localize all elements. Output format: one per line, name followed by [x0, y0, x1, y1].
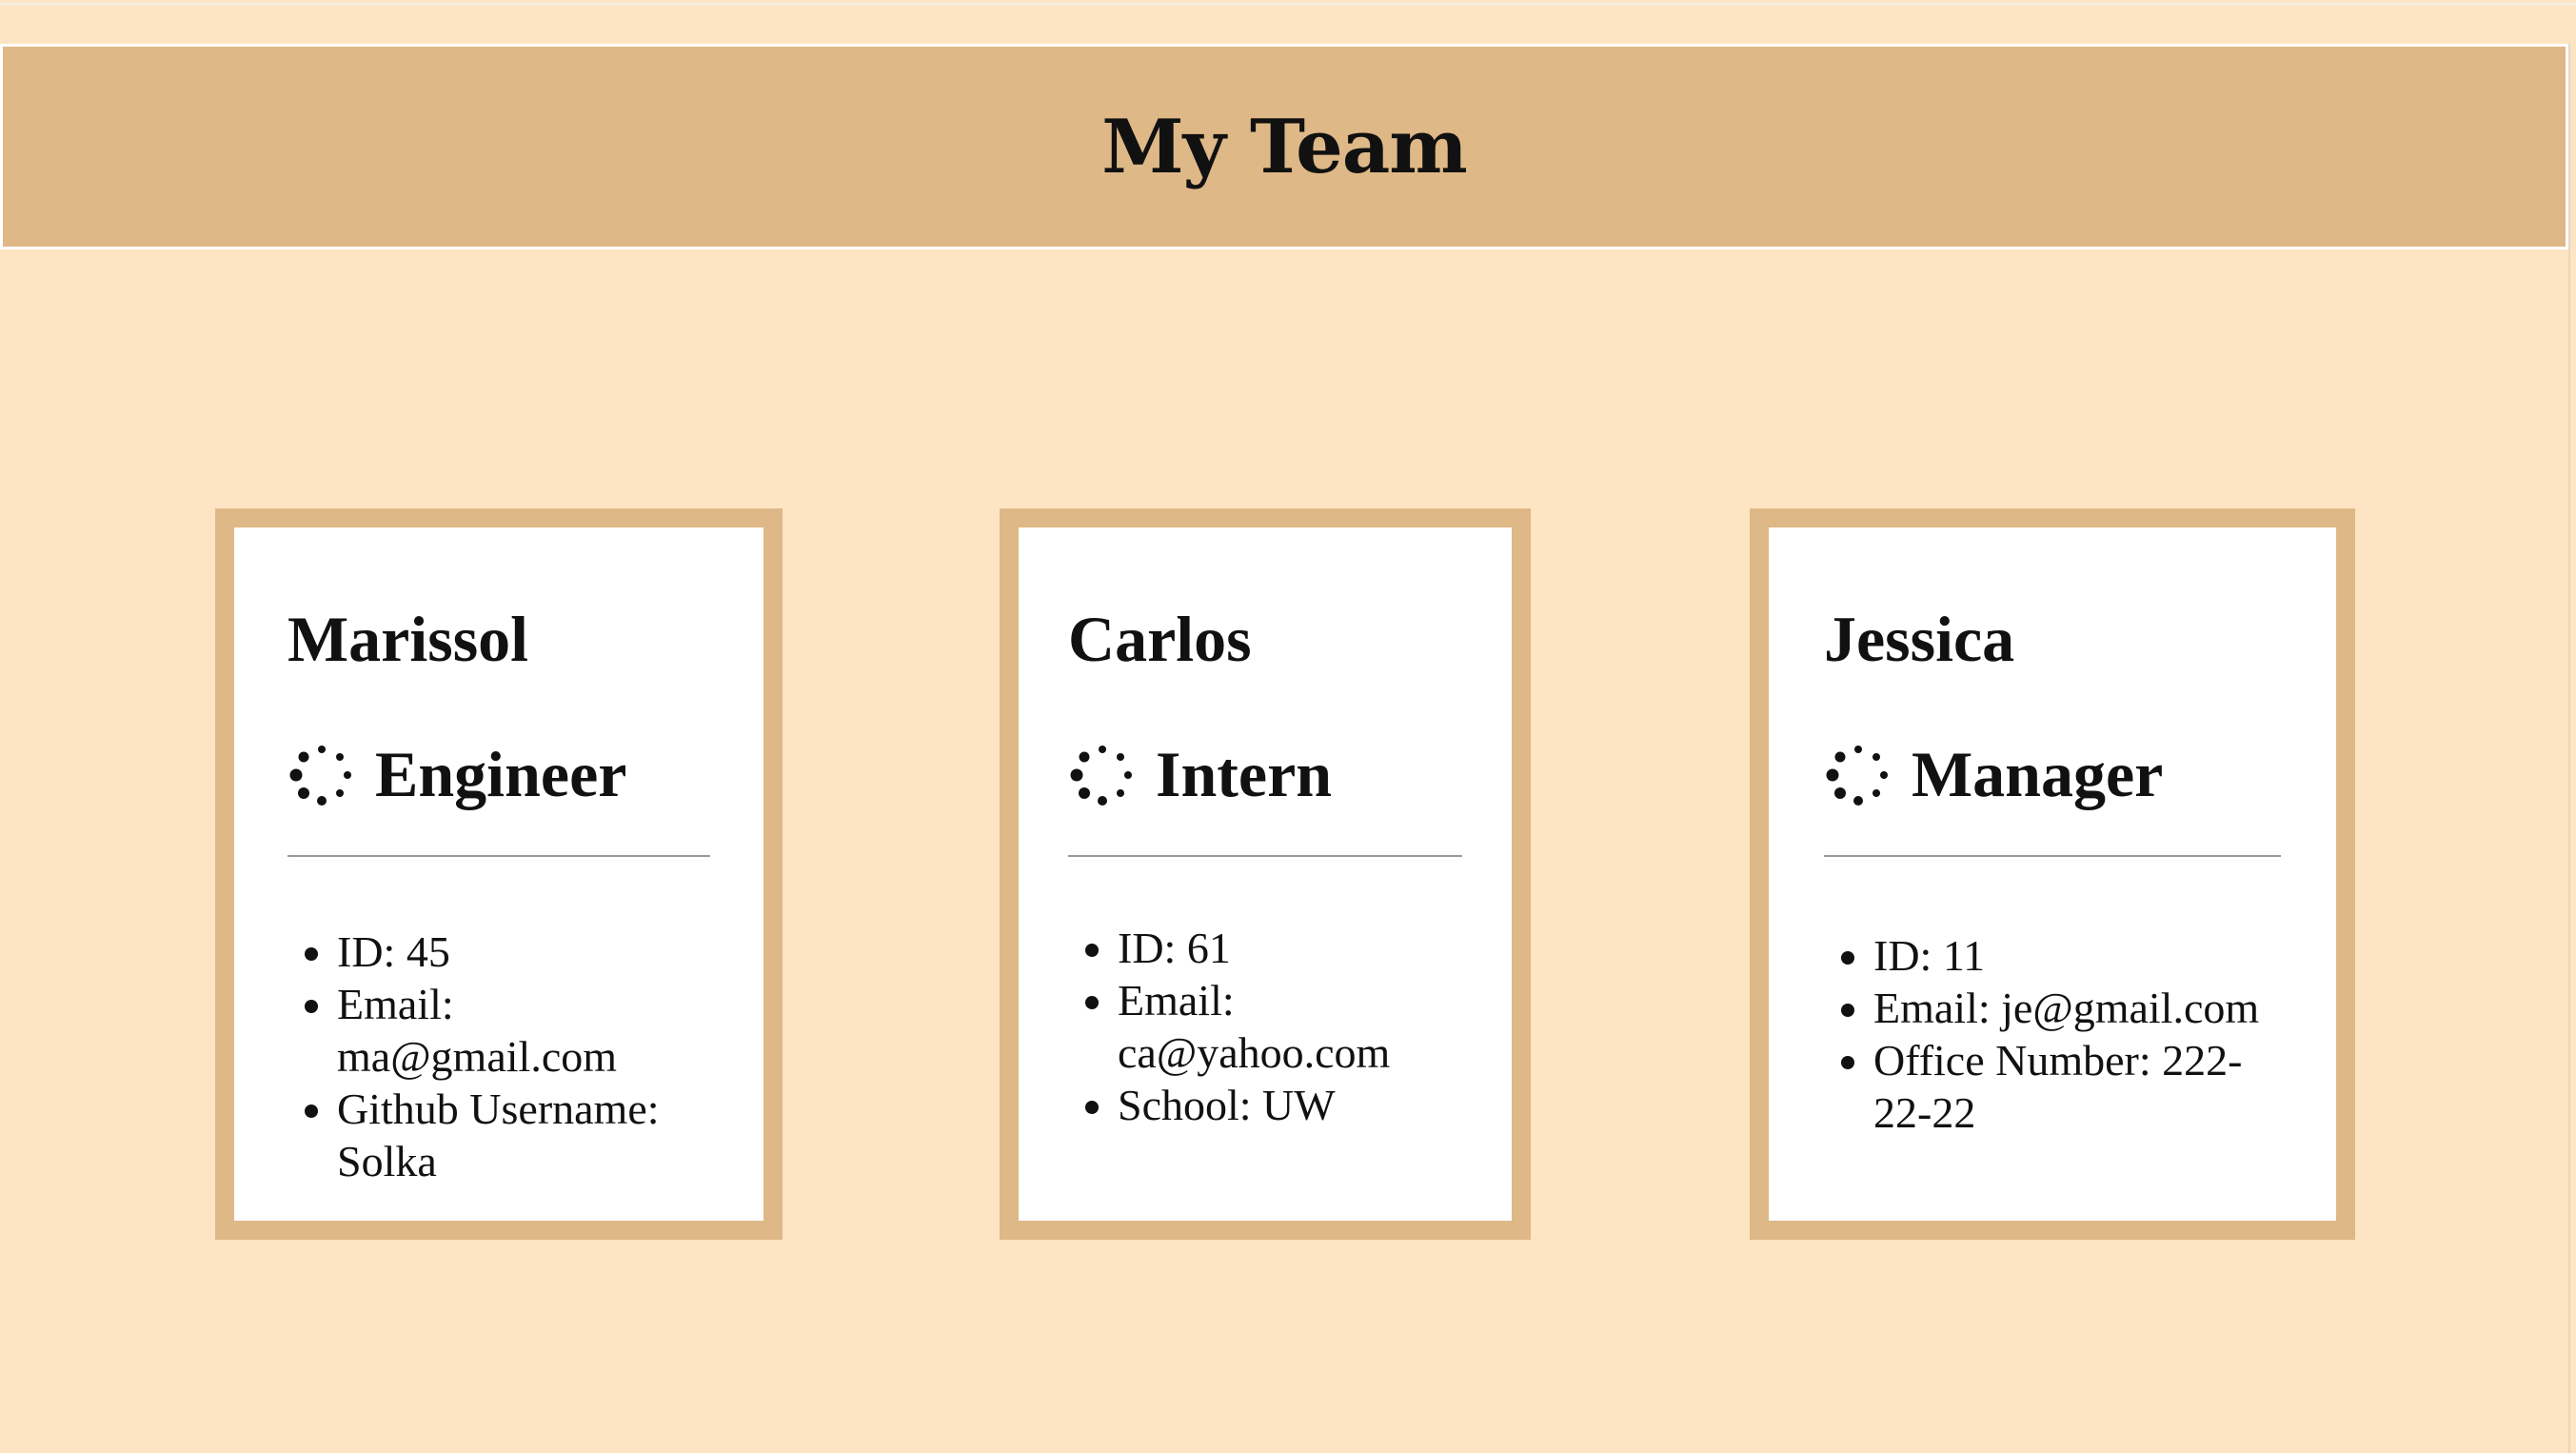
- employee-id: ID: 61: [1118, 922, 1462, 974]
- employee-role: Intern: [1068, 737, 1332, 812]
- employee-role-label: Intern: [1156, 738, 1333, 810]
- employee-role-label: Manager: [1912, 738, 2164, 810]
- employee-email: Email: ca@yahoo.com: [1118, 974, 1462, 1079]
- page-title: My Team: [1101, 103, 1468, 190]
- employee-email: Email: je@gmail.com: [1873, 982, 2281, 1034]
- page-edge: [2568, 44, 2570, 1453]
- employee-id: ID: 45: [337, 926, 710, 978]
- employee-role-label: Engineer: [375, 738, 627, 810]
- employee-school: School: UW: [1118, 1079, 1462, 1131]
- spinner-dots-icon: [1070, 745, 1132, 806]
- team-card-manager: Jessica Manager ID: 11 Email: je@gmail.c…: [1750, 508, 2355, 1240]
- employee-name: Marissol: [287, 603, 529, 675]
- team-card-engineer: Marissol Engineer ID: 45 Email: ma@gmail…: [215, 508, 783, 1240]
- top-divider: [0, 3, 2576, 5]
- employee-details: ID: 45 Email: ma@gmail.com Github Userna…: [287, 926, 710, 1187]
- employee-name: Carlos: [1068, 603, 1252, 675]
- employee-role: Engineer: [287, 737, 626, 812]
- team-card-intern: Carlos Intern ID: 61 Email: ca@yahoo.com…: [1000, 508, 1531, 1240]
- employee-office-number: Office Number: 222-22-22: [1873, 1034, 2281, 1139]
- page-header: My Team: [0, 44, 2568, 249]
- employee-details: ID: 61 Email: ca@yahoo.com School: UW: [1068, 922, 1462, 1131]
- employee-email: Email: ma@gmail.com: [337, 978, 710, 1083]
- employee-role: Manager: [1824, 737, 2163, 812]
- card-divider: [1824, 855, 2281, 857]
- employee-name: Jessica: [1824, 603, 2015, 675]
- employee-id: ID: 11: [1873, 929, 2281, 982]
- employee-details: ID: 11 Email: je@gmail.com Office Number…: [1824, 929, 2281, 1139]
- card-divider: [1068, 855, 1462, 857]
- card-divider: [287, 855, 710, 857]
- employee-github: Github Username: Solka: [337, 1083, 710, 1187]
- spinner-dots-icon: [289, 745, 351, 806]
- spinner-dots-icon: [1826, 745, 1888, 806]
